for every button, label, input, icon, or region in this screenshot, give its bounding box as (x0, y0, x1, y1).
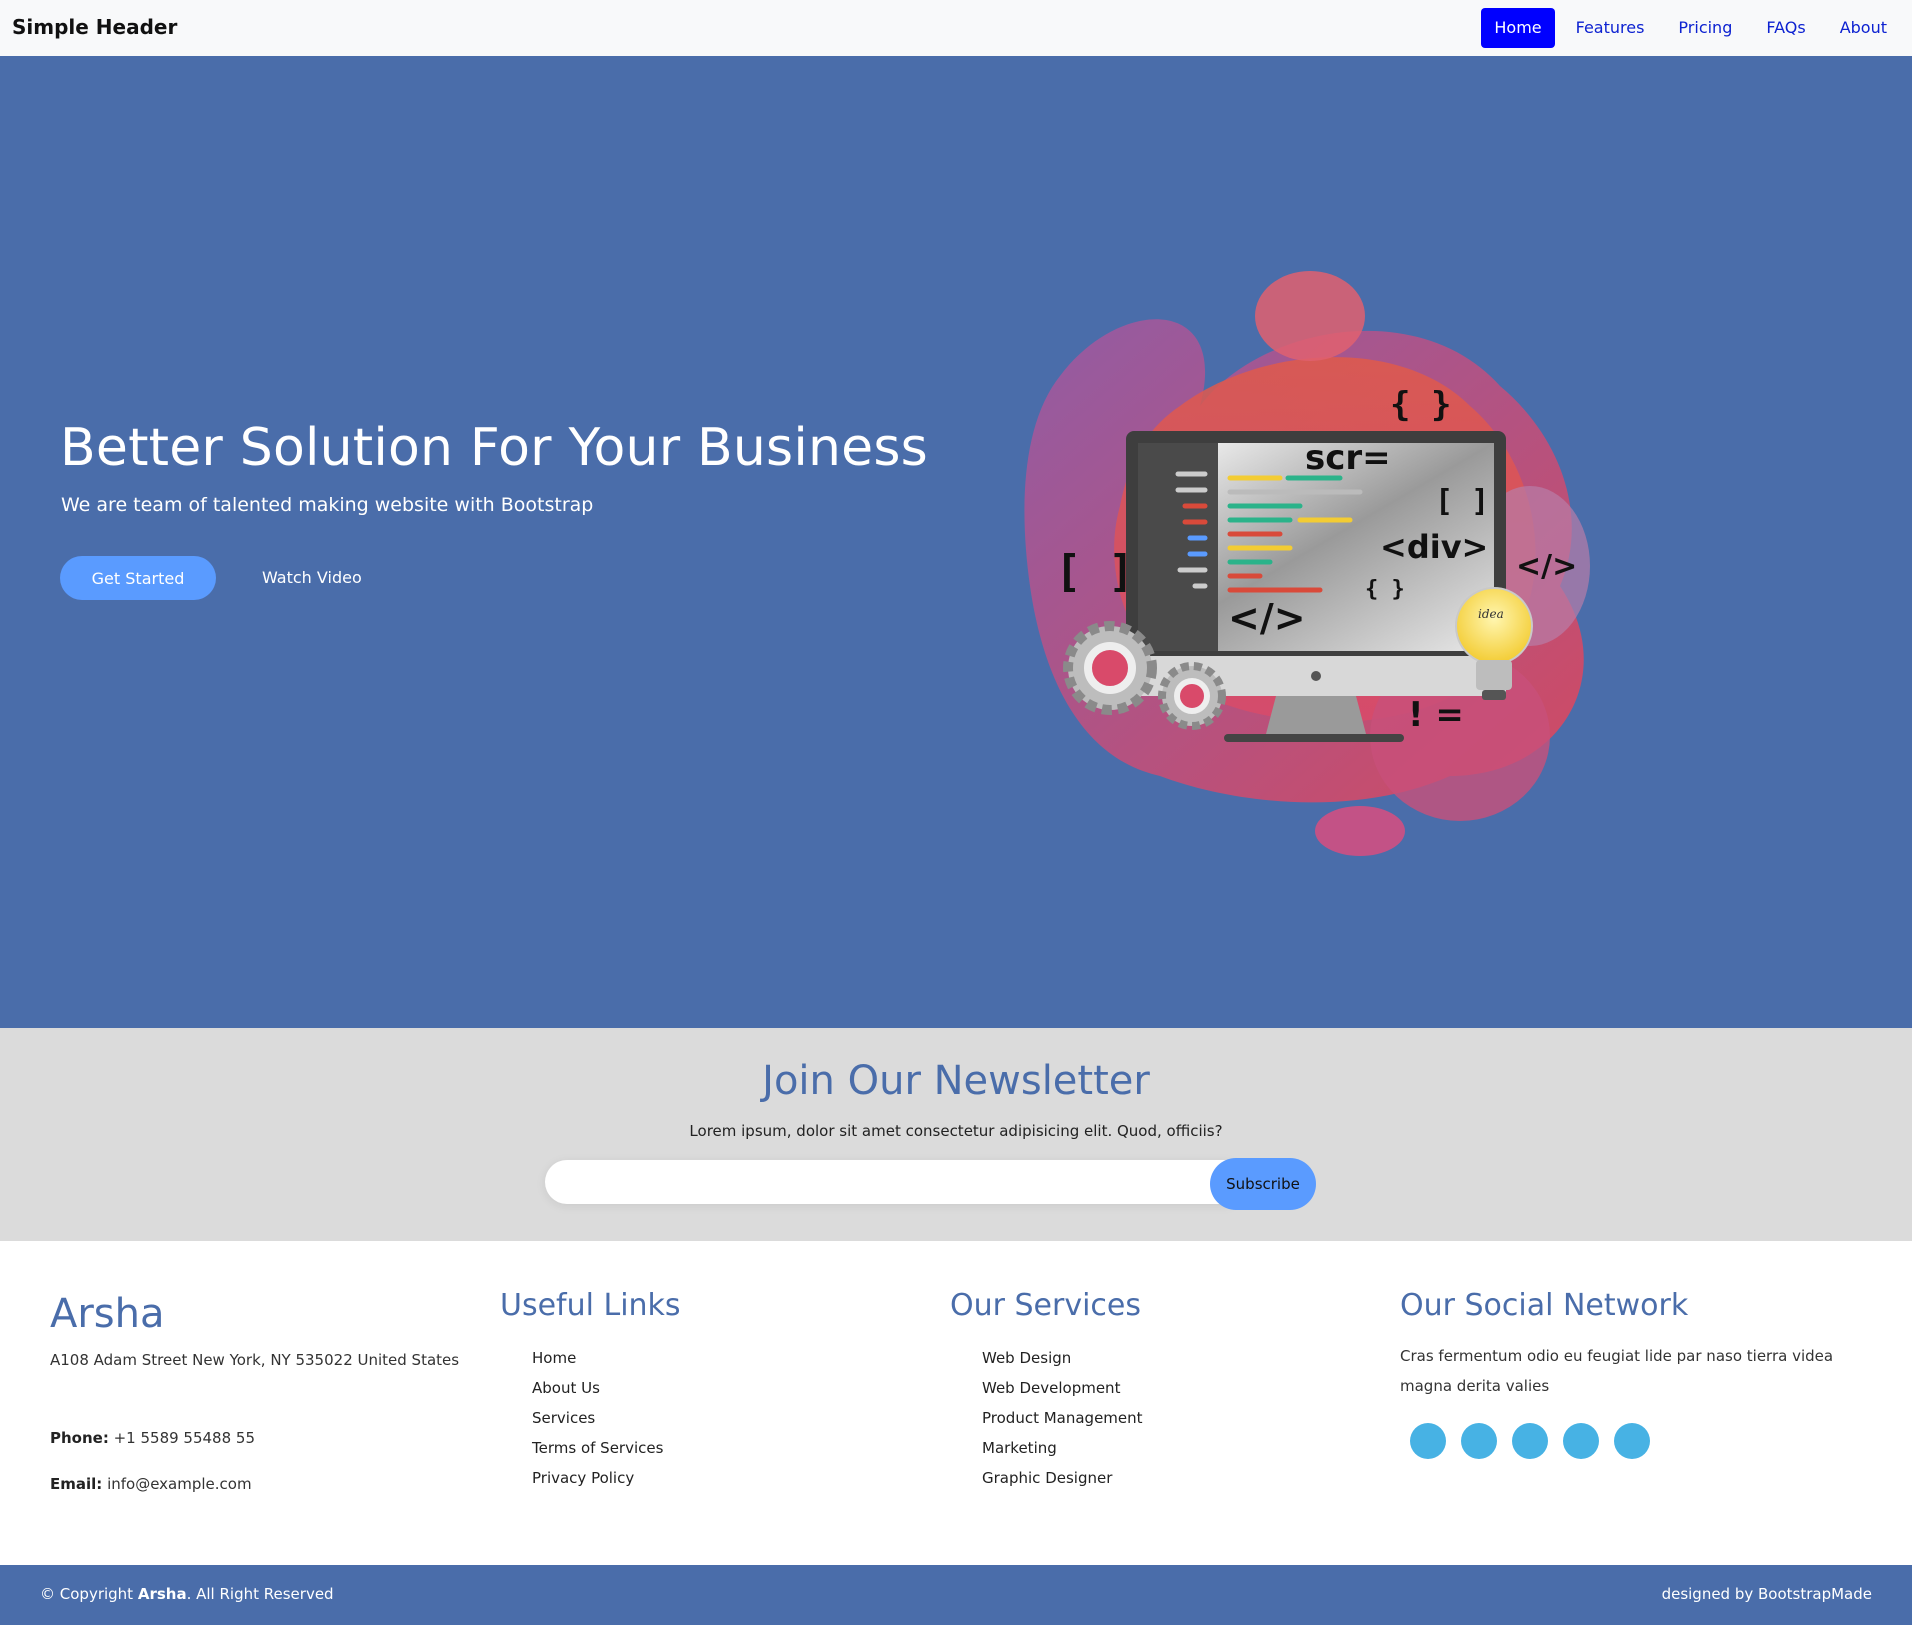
footer-link-services[interactable]: Services (532, 1403, 663, 1433)
hero-title: Better Solution For Your Business (60, 418, 928, 478)
useful-links-list: Home About Us Services Terms of Services… (532, 1343, 663, 1493)
site-header: Simple Header Home Features Pricing FAQs… (0, 0, 1912, 56)
service-product-management[interactable]: Product Management (982, 1403, 1143, 1433)
useful-links-title: Useful Links (500, 1288, 681, 1323)
watch-video-link[interactable]: Watch Video (262, 568, 362, 587)
newsletter-title: Join Our Newsletter (762, 1058, 1150, 1104)
service-web-development[interactable]: Web Development (982, 1373, 1143, 1403)
monitor-stand (1266, 696, 1366, 734)
services-title: Our Services (950, 1288, 1142, 1323)
footer-link-about[interactable]: About Us (532, 1373, 663, 1403)
newsletter-email-input[interactable] (545, 1160, 1245, 1204)
designed-by-link[interactable]: designed by BootstrapMade (1662, 1585, 1872, 1603)
social-title: Our Social Network (1400, 1288, 1689, 1323)
linkedin-icon[interactable] (1614, 1423, 1650, 1459)
close-tag-label: </> (1228, 596, 1306, 640)
phone-value: +1 5589 55488 55 (113, 1429, 256, 1447)
email-label: Email: (50, 1475, 103, 1493)
nav-pricing[interactable]: Pricing (1665, 8, 1745, 48)
footer-link-privacy[interactable]: Privacy Policy (532, 1463, 663, 1493)
nav-features[interactable]: Features (1563, 8, 1658, 48)
newsletter-text: Lorem ipsum, dolor sit amet consectetur … (689, 1122, 1223, 1140)
social-icons (1410, 1423, 1650, 1459)
floating-brackets: [ ] (1055, 546, 1134, 597)
hero-section: Better Solution For Your Business We are… (0, 56, 1912, 1028)
screen-braces: { } (1365, 577, 1405, 602)
instagram-icon[interactable] (1512, 1423, 1548, 1459)
floating-braces: { } (1390, 385, 1451, 425)
screen-brackets: [ ] (1435, 484, 1489, 519)
skype-icon[interactable] (1563, 1423, 1599, 1459)
get-started-button[interactable]: Get Started (60, 556, 216, 600)
service-web-design[interactable]: Web Design (982, 1343, 1143, 1373)
footer-link-terms[interactable]: Terms of Services (532, 1433, 663, 1463)
code-label: scr= (1305, 438, 1391, 478)
services-list: Web Design Web Development Product Manag… (982, 1343, 1143, 1493)
footer-address: A108 Adam Street New York, NY 535022 Uni… (50, 1351, 460, 1369)
copyright-bar: © Copyright Arsha. All Right Reserved de… (0, 1565, 1912, 1625)
copyright-suffix: . All Right Reserved (186, 1585, 334, 1603)
gear-icon (1063, 621, 1157, 715)
svg-text:idea: idea (1478, 607, 1504, 621)
hero-illustration: scr= <div> </> [ ] { } { } [ ] </> ! = i… (1024, 271, 1590, 856)
footer-phone: Phone: +1 5589 55488 55 (50, 1429, 255, 1447)
gear-icon (1158, 662, 1226, 730)
service-graphic-designer[interactable]: Graphic Designer (982, 1463, 1143, 1493)
floating-close-tag: </> (1516, 549, 1577, 584)
phone-label: Phone: (50, 1429, 109, 1447)
facebook-icon[interactable] (1461, 1423, 1497, 1459)
main-nav: Home Features Pricing FAQs About (1481, 8, 1900, 48)
newsletter-section: Join Our Newsletter Lorem ipsum, dolor s… (0, 1028, 1912, 1241)
newsletter-form: Subscribe (545, 1158, 1317, 1210)
email-value[interactable]: info@example.com (107, 1475, 252, 1493)
social-text: Cras fermentum odio eu feugiat lide par … (1400, 1347, 1834, 1395)
subscribe-button[interactable]: Subscribe (1210, 1158, 1316, 1210)
copyright-text: © Copyright Arsha. All Right Reserved (40, 1585, 334, 1603)
footer-link-home[interactable]: Home (532, 1343, 663, 1373)
footer: Arsha A108 Adam Street New York, NY 5350… (0, 1241, 1912, 1565)
nav-home[interactable]: Home (1481, 8, 1555, 48)
hero-subtitle: We are team of talented making website w… (61, 494, 594, 516)
service-marketing[interactable]: Marketing (982, 1433, 1143, 1463)
floating-not-equal: ! = (1408, 695, 1464, 735)
blob-shape (1315, 806, 1405, 856)
footer-email: Email: info@example.com (50, 1475, 252, 1493)
copyright-brand: Arsha (137, 1585, 187, 1603)
twitter-icon[interactable] (1410, 1423, 1446, 1459)
nav-faqs[interactable]: FAQs (1753, 8, 1818, 48)
blob-shape (1255, 271, 1365, 361)
site-brand[interactable]: Simple Header (12, 15, 177, 39)
div-label: <div> (1380, 528, 1488, 566)
nav-about[interactable]: About (1827, 8, 1900, 48)
copyright-prefix: © Copyright (40, 1585, 134, 1603)
footer-brand: Arsha (50, 1291, 165, 1337)
